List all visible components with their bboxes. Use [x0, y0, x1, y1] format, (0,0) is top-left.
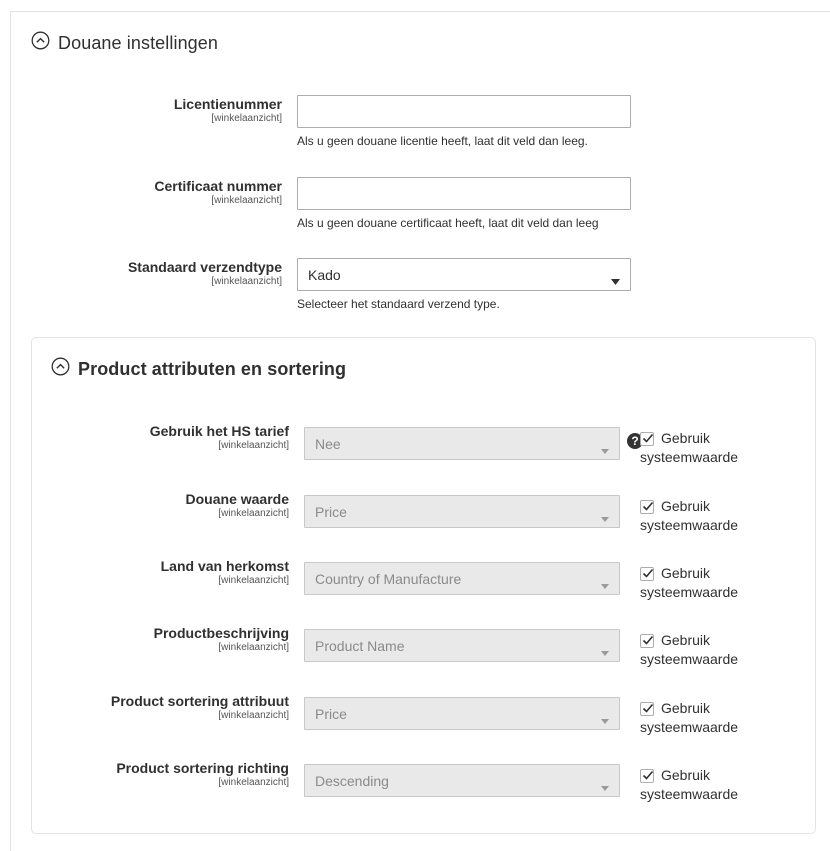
verzendtype-select[interactable]: Kado	[297, 258, 631, 291]
sys-label-2: systeemwaarde	[640, 449, 739, 465]
section-header-product[interactable]: Product attributen en sortering	[51, 357, 346, 381]
select-value: Product Name	[315, 637, 405, 654]
licentienummer-input[interactable]	[297, 95, 631, 128]
checkmark-icon	[642, 433, 654, 443]
verzendtype-note: Selecteer het standaard verzend type.	[297, 297, 500, 311]
caret-down-icon	[601, 576, 609, 592]
checkmark-icon	[642, 770, 654, 780]
sys-label-1: Gebruik	[661, 632, 711, 648]
row-label-productbeschrijving: Productbeschrijving [winkelaanzicht]	[154, 625, 289, 654]
label-text: Licentienummer	[173, 96, 282, 112]
scope-text: [winkelaanzicht]	[218, 777, 289, 788]
use-system-value-checkbox[interactable]	[640, 633, 654, 648]
scope-text: [winkelaanzicht]	[211, 113, 282, 124]
sys-label-1: Gebruik	[661, 700, 711, 716]
label-text: Certificaat nummer	[154, 178, 282, 194]
use-system-value-douane-waarde[interactable]: Gebruik systeemwaarde	[640, 497, 738, 535]
use-system-value-checkbox[interactable]	[640, 499, 654, 514]
section-title: Douane instellingen	[58, 32, 219, 53]
subsection-title: Product attributen en sortering	[78, 358, 347, 379]
sys-label-1: Gebruik	[661, 565, 711, 581]
productbeschrijving-select[interactable]: Product Name	[304, 629, 620, 662]
row-label-douane-waarde: Douane waarde [winkelaanzicht]	[186, 491, 289, 520]
licentienummer-note: Als u geen douane licentie heeft, laat d…	[297, 134, 588, 148]
scope-text: [winkelaanzicht]	[218, 440, 289, 451]
scope-text: [winkelaanzicht]	[211, 195, 282, 206]
scope-text: [winkelaanzicht]	[211, 276, 282, 287]
chevron-up-circle-icon[interactable]	[31, 31, 50, 55]
field-label-licentienummer: Licentienummer [winkelaanzicht]	[174, 96, 282, 125]
certificaat-input[interactable]	[297, 177, 631, 210]
select-value: Nee	[315, 435, 341, 452]
sys-label-2: systeemwaarde	[640, 517, 739, 533]
scope-text: [winkelaanzicht]	[218, 508, 289, 519]
select-value: Kado	[308, 266, 341, 283]
use-system-value-land-van-herkomst[interactable]: Gebruik systeemwaarde	[640, 564, 738, 602]
use-system-value-checkbox[interactable]	[640, 768, 654, 783]
sys-label-2: systeemwaarde	[640, 651, 739, 667]
sys-label-2: systeemwaarde	[640, 719, 739, 735]
scope-text: [winkelaanzicht]	[218, 642, 289, 653]
row-label-sortering-richting: Product sortering richting [winkelaanzic…	[116, 760, 289, 789]
select-value: Price	[315, 503, 347, 520]
field-label-certificaat: Certificaat nummer [winkelaanzicht]	[154, 178, 282, 207]
label-text: Productbeschrijving	[153, 625, 289, 641]
use-system-value-sortering-attribuut[interactable]: Gebruik systeemwaarde	[640, 699, 738, 737]
sys-label-1: Gebruik	[661, 498, 711, 514]
label-text: Product sortering attribuut	[110, 693, 289, 709]
caret-down-icon	[601, 509, 609, 525]
sys-label-1: Gebruik	[661, 430, 711, 446]
label-text: Product sortering richting	[116, 760, 289, 776]
checkmark-icon	[642, 501, 654, 511]
select-value: Country of Manufacture	[315, 570, 462, 587]
checkmark-icon	[642, 568, 654, 578]
use-system-value-productbeschrijving[interactable]: Gebruik systeemwaarde	[640, 631, 738, 669]
douane-waarde-select[interactable]: Price	[304, 495, 620, 528]
caret-down-icon	[601, 643, 609, 659]
row-label-land-van-herkomst: Land van herkomst [winkelaanzicht]	[161, 558, 289, 587]
sys-label-2: systeemwaarde	[640, 786, 739, 802]
sortering-attribuut-select[interactable]: Price	[304, 697, 620, 730]
caret-down-icon	[601, 778, 609, 794]
sortering-richting-select[interactable]: Descending	[304, 764, 620, 797]
label-text: Douane waarde	[185, 491, 289, 507]
use-system-value-checkbox[interactable]	[640, 566, 654, 581]
caret-down-icon	[601, 441, 609, 457]
land-van-herkomst-select[interactable]: Country of Manufacture	[304, 562, 620, 595]
caret-down-icon	[611, 272, 620, 288]
section-header-douane[interactable]: Douane instellingen	[31, 31, 218, 55]
field-label-verzendtype: Standaard verzendtype [winkelaanzicht]	[128, 259, 282, 288]
select-value: Descending	[315, 772, 389, 789]
use-system-value-hs-tarief[interactable]: Gebruik systeemwaarde	[640, 429, 738, 467]
label-text: Standaard verzendtype	[127, 259, 282, 275]
scope-text: [winkelaanzicht]	[218, 710, 289, 721]
caret-down-icon	[601, 711, 609, 727]
sys-label-2: systeemwaarde	[640, 584, 739, 600]
checkmark-icon	[642, 635, 654, 645]
certificaat-note: Als u geen douane certificaat heeft, laa…	[297, 216, 599, 230]
select-value: Price	[315, 705, 347, 722]
sys-label-1: Gebruik	[661, 767, 711, 783]
scope-text: [winkelaanzicht]	[218, 575, 289, 586]
use-system-value-sortering-richting[interactable]: Gebruik systeemwaarde	[640, 766, 738, 804]
label-text: Gebruik het HS tarief	[149, 423, 289, 439]
label-text: Land van herkomst	[160, 558, 289, 574]
row-label-hs-tarief: Gebruik het HS tarief [winkelaanzicht]	[150, 423, 289, 452]
hs-tarief-select[interactable]: Nee	[304, 427, 620, 460]
use-system-value-checkbox[interactable]	[640, 431, 654, 446]
chevron-up-circle-icon[interactable]	[51, 357, 70, 381]
checkmark-icon	[642, 703, 654, 713]
row-label-sortering-attribuut: Product sortering attribuut [winkelaanzi…	[111, 693, 289, 722]
use-system-value-checkbox[interactable]	[640, 701, 654, 716]
